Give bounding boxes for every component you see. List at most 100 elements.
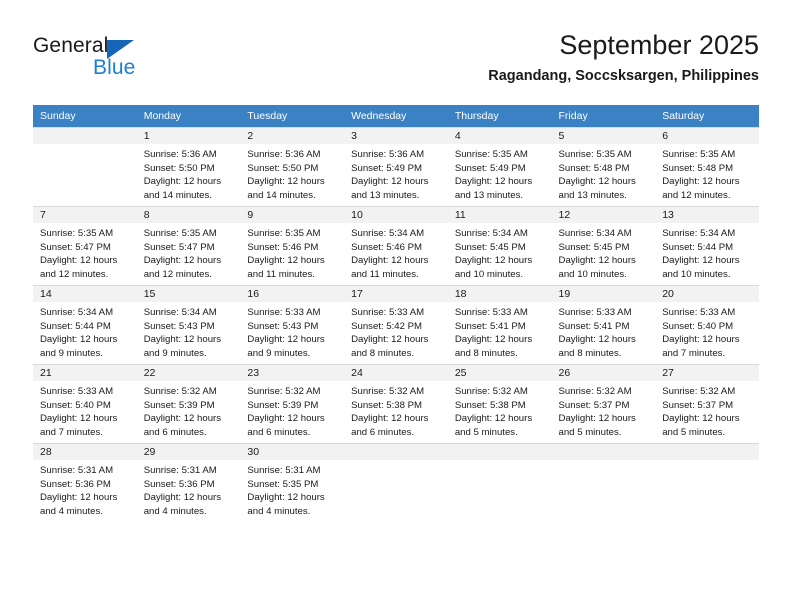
daylight-text-3: and 7 minutes. (40, 426, 103, 438)
daylight-text-2: Daylight: 12 hours (558, 334, 636, 346)
weekday-header-sunday: Sunday (33, 105, 137, 127)
calendar-day-cell[interactable]: 16 Sunrise: 5:33 AM Sunset: 5:43 PM Dayligh… (240, 285, 345, 364)
sunrise-text: Sunrise: 5:35 AM (247, 228, 321, 239)
day-cell-inner: 23 Sunrise: 5:32 AM Sunset: 5:39 PM Dayligh… (240, 364, 345, 443)
sunset-text: Sunset: 5:43 PM (247, 320, 319, 332)
day-number: 30 (240, 443, 345, 460)
day-number: 14 (33, 285, 137, 302)
calendar-day-cell[interactable]: 7 Sunrise: 5:35 AM Sunset: 5:47 PM Daylight… (33, 206, 137, 285)
calendar-week-row: 7 Sunrise: 5:35 AM Sunset: 5:47 PM Daylight… (33, 206, 759, 285)
day-cell-inner: 2 Sunrise: 5:36 AM Sunset: 5:50 PM Daylight… (240, 127, 345, 206)
daylight-text-3: and 8 minutes. (351, 347, 415, 359)
day-number: 11 (447, 206, 552, 223)
calendar-page: General Blue September 2025 Ragandang, S… (0, 0, 792, 612)
calendar-day-cell[interactable]: 9 Sunrise: 5:35 AM Sunset: 5:46 PM Daylight… (240, 206, 345, 285)
day-cell-inner: 14 Sunrise: 5:34 AM Sunset: 5:44 PM Dayligh… (33, 285, 137, 364)
day-sun-info: Sunrise: 5:32 AM Sunset: 5:38 PM Daylight:… (344, 381, 448, 439)
calendar-day-cell[interactable]: 28 Sunrise: 5:31 AM Sunset: 5:36 PM Dayligh… (33, 443, 137, 522)
daylight-text-2: Daylight: 12 hours (351, 334, 429, 346)
day-sun-info: Sunrise: 5:33 AM Sunset: 5:41 PM Daylight:… (448, 302, 552, 360)
day-sun-info: Sunrise: 5:34 AM Sunset: 5:46 PM Daylight:… (344, 223, 448, 281)
calendar-day-cell[interactable]: 12 Sunrise: 5:34 AM Sunset: 5:45 PM Dayligh… (551, 206, 656, 285)
weekday-header-saturday: Saturday (655, 105, 759, 127)
day-number: 21 (33, 364, 137, 381)
calendar-day-cell[interactable]: 18 Sunrise: 5:33 AM Sunset: 5:41 PM Dayligh… (447, 285, 552, 364)
sunrise-text: Sunrise: 5:33 AM (662, 307, 736, 318)
sunrise-text: Sunrise: 5:32 AM (662, 386, 736, 397)
generalblue-logo[interactable]: General Blue (33, 34, 233, 86)
day-number: 9 (240, 206, 345, 223)
daylight-text-3: and 9 minutes. (40, 347, 103, 359)
daylight-text-2: Daylight: 12 hours (40, 255, 118, 267)
daylight-text-3: and 11 minutes. (351, 268, 419, 280)
calendar-day-cell[interactable]: 17 Sunrise: 5:33 AM Sunset: 5:42 PM Dayligh… (344, 285, 448, 364)
day-number: 6 (655, 127, 759, 144)
calendar-day-cell[interactable]: 4 Sunrise: 5:35 AM Sunset: 5:49 PM Daylight… (447, 127, 552, 206)
daylight-text-2: Daylight: 12 hours (662, 413, 740, 425)
calendar-day-cell[interactable]: 24 Sunrise: 5:32 AM Sunset: 5:38 PM Dayligh… (344, 364, 448, 443)
calendar-day-cell[interactable]: 22 Sunrise: 5:32 AM Sunset: 5:39 PM Dayligh… (136, 364, 241, 443)
day-cell-inner: 6 Sunrise: 5:35 AM Sunset: 5:48 PM Daylight… (655, 127, 759, 206)
day-cell-inner: 10 Sunrise: 5:34 AM Sunset: 5:46 PM Dayligh… (344, 206, 448, 285)
sunrise-text: Sunrise: 5:33 AM (454, 307, 528, 318)
calendar-day-cell[interactable]: 14 Sunrise: 5:34 AM Sunset: 5:44 PM Dayligh… (33, 285, 137, 364)
calendar-day-cell[interactable]: 19 Sunrise: 5:33 AM Sunset: 5:41 PM Dayligh… (551, 285, 656, 364)
calendar-day-cell[interactable]: 21 Sunrise: 5:33 AM Sunset: 5:40 PM Dayligh… (33, 364, 137, 443)
sunset-text: Sunset: 5:50 PM (143, 162, 215, 174)
sunset-text: Sunset: 5:46 PM (247, 241, 319, 253)
sunrise-text: Sunrise: 5:36 AM (143, 149, 217, 160)
sunset-text: Sunset: 5:44 PM (40, 320, 111, 332)
day-number: 22 (136, 364, 241, 381)
calendar-day-cell[interactable]: 8 Sunrise: 5:35 AM Sunset: 5:47 PM Daylight… (136, 206, 241, 285)
daylight-text-3: and 4 minutes. (143, 505, 207, 517)
calendar-day-cell[interactable]: 29 Sunrise: 5:31 AM Sunset: 5:36 PM Dayligh… (136, 443, 241, 522)
day-number: 17 (344, 285, 448, 302)
daylight-text-3: and 10 minutes. (558, 268, 627, 280)
daylight-text-2: Daylight: 12 hours (247, 492, 325, 504)
sunrise-text: Sunrise: 5:33 AM (558, 307, 632, 318)
calendar-day-cell[interactable]: 6 Sunrise: 5:35 AM Sunset: 5:48 PM Daylight… (655, 127, 759, 206)
calendar-day-cell[interactable]: 23 Sunrise: 5:32 AM Sunset: 5:39 PM Dayligh… (240, 364, 345, 443)
calendar-day-cell[interactable]: 11 Sunrise: 5:34 AM Sunset: 5:45 PM Dayligh… (447, 206, 552, 285)
daylight-text-3: and 8 minutes. (558, 347, 622, 359)
daylight-text-3: and 9 minutes. (247, 347, 311, 359)
day-sun-info: Sunrise: 5:32 AM Sunset: 5:37 PM Daylight:… (655, 381, 759, 439)
calendar-day-cell[interactable]: 3 Sunrise: 5:36 AM Sunset: 5:49 PM Daylight… (344, 127, 448, 206)
day-number: 16 (240, 285, 345, 302)
daylight-text-2: Daylight: 12 hours (662, 334, 740, 346)
day-cell-inner: 3 Sunrise: 5:36 AM Sunset: 5:49 PM Daylight… (344, 127, 448, 206)
day-cell-inner: 17 Sunrise: 5:33 AM Sunset: 5:42 PM Dayligh… (344, 285, 448, 364)
weekday-header-monday: Monday (136, 105, 241, 127)
sunset-text: Sunset: 5:50 PM (247, 162, 319, 174)
sunrise-text: Sunrise: 5:33 AM (247, 307, 321, 318)
day-number (344, 443, 448, 460)
calendar-day-cell[interactable]: 10 Sunrise: 5:34 AM Sunset: 5:46 PM Dayligh… (344, 206, 448, 285)
sunrise-text: Sunrise: 5:32 AM (454, 386, 528, 397)
daylight-text-2: Daylight: 12 hours (558, 255, 636, 267)
day-cell-inner: 7 Sunrise: 5:35 AM Sunset: 5:47 PM Daylight… (33, 206, 137, 285)
calendar-day-cell[interactable]: 26 Sunrise: 5:32 AM Sunset: 5:37 PM Dayligh… (551, 364, 656, 443)
calendar-day-cell[interactable]: 20 Sunrise: 5:33 AM Sunset: 5:40 PM Dayligh… (655, 285, 759, 364)
daylight-text-2: Daylight: 12 hours (351, 413, 429, 425)
calendar-day-cell[interactable]: 27 Sunrise: 5:32 AM Sunset: 5:37 PM Dayligh… (655, 364, 759, 443)
day-cell-inner: 4 Sunrise: 5:35 AM Sunset: 5:49 PM Daylight… (447, 127, 552, 206)
calendar-day-cell[interactable]: 25 Sunrise: 5:32 AM Sunset: 5:38 PM Dayligh… (447, 364, 552, 443)
day-number: 7 (33, 206, 137, 223)
calendar-day-cell[interactable]: 15 Sunrise: 5:34 AM Sunset: 5:43 PM Dayligh… (136, 285, 241, 364)
calendar-day-cell[interactable]: 2 Sunrise: 5:36 AM Sunset: 5:50 PM Daylight… (240, 127, 345, 206)
daylight-text-3: and 10 minutes. (662, 268, 731, 280)
calendar-day-cell[interactable]: 13 Sunrise: 5:34 AM Sunset: 5:44 PM Dayligh… (655, 206, 759, 285)
calendar-day-cell[interactable]: 5 Sunrise: 5:35 AM Sunset: 5:48 PM Daylight… (551, 127, 656, 206)
daylight-text-3: and 12 minutes. (662, 189, 731, 201)
calendar-day-cell[interactable]: 1 Sunrise: 5:36 AM Sunset: 5:50 PM Daylight… (136, 127, 241, 206)
calendar-day-cell[interactable]: 30 Sunrise: 5:31 AM Sunset: 5:35 PM Dayligh… (240, 443, 345, 522)
day-cell-inner: 22 Sunrise: 5:32 AM Sunset: 5:39 PM Dayligh… (136, 364, 241, 443)
sunrise-text: Sunrise: 5:31 AM (40, 465, 114, 476)
daylight-text-2: Daylight: 12 hours (143, 176, 222, 188)
daylight-text-3: and 14 minutes. (247, 189, 316, 201)
day-cell-inner: 20 Sunrise: 5:33 AM Sunset: 5:40 PM Dayligh… (655, 285, 759, 364)
day-cell-inner: 15 Sunrise: 5:34 AM Sunset: 5:43 PM Dayligh… (136, 285, 241, 364)
day-sun-info: Sunrise: 5:35 AM Sunset: 5:47 PM Daylight:… (137, 223, 241, 281)
daylight-text-2: Daylight: 12 hours (662, 176, 740, 188)
day-sun-info: Sunrise: 5:33 AM Sunset: 5:40 PM Daylight:… (33, 381, 137, 439)
